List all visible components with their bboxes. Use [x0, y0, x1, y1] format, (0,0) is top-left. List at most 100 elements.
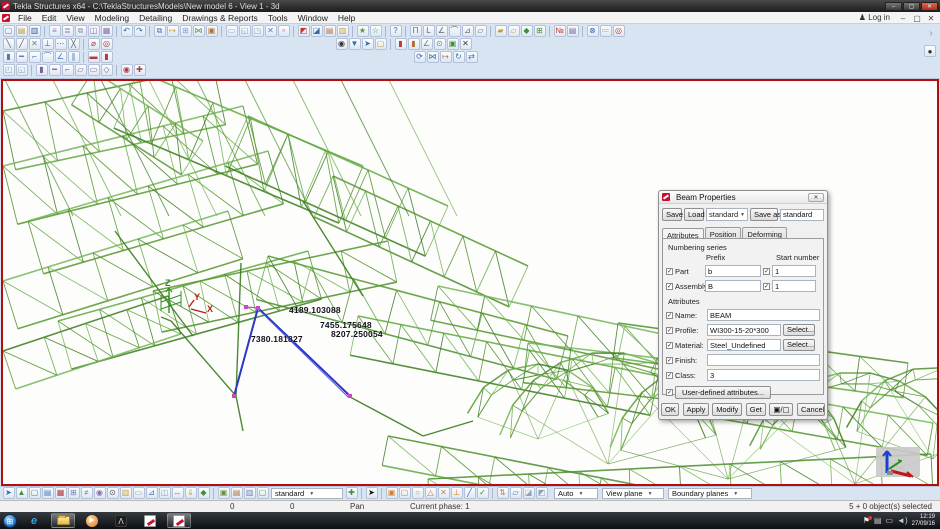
select-grid-lines-icon[interactable]: ≠: [81, 487, 93, 499]
osnap-intersection-icon[interactable]: ✕: [438, 487, 450, 499]
move-mirror-icon[interactable]: ⇄: [466, 51, 478, 63]
select-loads-icon[interactable]: ⇓: [185, 487, 197, 499]
dialog-title-bar[interactable]: Beam Properties ✕: [659, 191, 827, 204]
apply-button[interactable]: Apply: [683, 403, 709, 416]
open-model-icon[interactable]: ▤: [16, 25, 28, 37]
load-button[interactable]: Load: [684, 208, 704, 221]
modify-button[interactable]: Modify: [712, 403, 742, 416]
create-curved-beam-icon[interactable]: ⌒: [42, 51, 54, 63]
grid-tool-icon[interactable]: ⊞: [534, 25, 546, 37]
select-welds-icon[interactable]: ◉: [94, 487, 106, 499]
refresh-filter-icon[interactable]: ✚: [346, 487, 358, 499]
profile-poly-icon[interactable]: ⊿: [462, 25, 474, 37]
pad-footing-icon[interactable]: ▬: [88, 51, 100, 63]
mirror-icon[interactable]: ⋈: [193, 25, 205, 37]
menu-drawings-reports[interactable]: Drawings & Reports: [177, 13, 263, 23]
toggle-select-button[interactable]: ▣/▢: [769, 403, 793, 416]
plane-thumbnail-a-icon[interactable]: ◪: [523, 487, 535, 499]
osnap-end-icon[interactable]: ▢: [399, 487, 411, 499]
create-column-icon[interactable]: ▮: [3, 51, 15, 63]
osnap-center-icon[interactable]: ○: [412, 487, 424, 499]
tray-display-icon[interactable]: ▭: [885, 516, 893, 525]
user-defined-attributes-button[interactable]: User-defined attributes...: [675, 386, 771, 399]
osnap-perpendicular-icon[interactable]: ⊥: [451, 487, 463, 499]
profile-arc-icon[interactable]: ⌒: [449, 25, 461, 37]
fetch-icon[interactable]: ▣: [206, 25, 218, 37]
work-area-box-icon[interactable]: ▢: [375, 38, 387, 50]
concrete-polybeam-icon[interactable]: ⌐: [62, 64, 74, 76]
tray-volume-icon[interactable]: ◄): [897, 516, 908, 525]
copy-special-icon[interactable]: ⊞: [180, 25, 192, 37]
cancel-button[interactable]: Cancel: [797, 403, 825, 416]
menu-window[interactable]: Window: [293, 13, 333, 23]
selection-filter-dropdown[interactable]: standard▼: [271, 488, 343, 499]
measure-horizontal-icon[interactable]: ▮: [408, 38, 420, 50]
new-model-icon[interactable]: ▢: [3, 25, 15, 37]
login-button[interactable]: ♟ Log in: [859, 13, 890, 22]
object-browser-icon[interactable]: ◩: [298, 25, 310, 37]
assembly-checkbox[interactable]: ✓: [666, 283, 673, 290]
taskbar-tekla-warehouse[interactable]: [138, 513, 162, 528]
clash-check-icon[interactable]: ⊗: [587, 25, 599, 37]
strip-footing-icon[interactable]: ▮: [101, 51, 113, 63]
snap-nearest-icon[interactable]: ✕: [29, 38, 41, 50]
osnap-points-icon[interactable]: ▣: [386, 487, 398, 499]
uda-checkbox[interactable]: ✓: [666, 389, 673, 396]
select-planes-icon[interactable]: ◫: [159, 487, 171, 499]
profile-angle-icon[interactable]: ∠: [436, 25, 448, 37]
concrete-column-icon[interactable]: ▮: [36, 64, 48, 76]
select-all-icon[interactable]: ➤: [3, 487, 15, 499]
part-start-input[interactable]: [772, 265, 816, 277]
drawing-list-icon[interactable]: ▤: [567, 25, 579, 37]
action-center-icon[interactable]: ⚑: [863, 516, 870, 525]
select-filter-icon[interactable]: ★: [357, 25, 369, 37]
move-rotate-icon[interactable]: ↻: [453, 51, 465, 63]
assembly-start-input[interactable]: [772, 280, 816, 292]
finish-input[interactable]: [707, 354, 820, 366]
component-folder-icon[interactable]: ▰: [495, 25, 507, 37]
osnap-reference-icon[interactable]: ✓: [477, 487, 489, 499]
osnap-line-icon[interactable]: ╱: [464, 487, 476, 499]
copy-rotate-icon[interactable]: ⟳: [414, 51, 426, 63]
select-lots-icon[interactable]: ▥: [244, 487, 256, 499]
assembly-start-checkbox[interactable]: ✓: [763, 283, 770, 290]
copy-object-icon[interactable]: ⧉: [154, 25, 166, 37]
profile-checkbox[interactable]: ✓: [666, 327, 673, 334]
model-organizer-icon[interactable]: ◪: [311, 25, 323, 37]
model-viewport[interactable]: ZYX 4189.1030887455.1756488207.250054738…: [1, 79, 939, 486]
view-plane-dropdown[interactable]: View plane▼: [602, 488, 664, 499]
snap-plane-icon[interactable]: ▱: [510, 487, 522, 499]
mdi-close-button[interactable]: ✕: [924, 14, 938, 23]
menu-detailing[interactable]: Detailing: [134, 13, 177, 23]
get-button[interactable]: Get: [746, 403, 766, 416]
create-orthogonal-beam-icon[interactable]: ∠: [55, 51, 67, 63]
object-list-icon[interactable]: ≣: [62, 25, 74, 37]
save-as-input[interactable]: [780, 209, 824, 221]
start-button[interactable]: ⊞: [3, 514, 17, 528]
create-twin-profile-icon[interactable]: ∥: [68, 51, 80, 63]
profile-l-icon[interactable]: L: [423, 25, 435, 37]
macro-folder-icon[interactable]: ▱: [508, 25, 520, 37]
select-cuts-icon[interactable]: ▥: [120, 487, 132, 499]
dialog-close-button[interactable]: ✕: [808, 193, 824, 202]
select-views-icon[interactable]: ▭: [133, 487, 145, 499]
component-catalog-icon[interactable]: ◆: [521, 25, 533, 37]
binoculars-icon[interactable]: ◉: [336, 38, 348, 50]
name-input[interactable]: [707, 309, 820, 321]
select-fittings-icon[interactable]: ⊿: [146, 487, 158, 499]
part-start-checkbox[interactable]: ✓: [763, 268, 770, 275]
weld-tool-icon[interactable]: ▣: [447, 38, 459, 50]
select-distances-icon[interactable]: ↔: [172, 487, 184, 499]
view-basic-icon[interactable]: ▭: [226, 25, 238, 37]
assembly-prefix-input[interactable]: [705, 280, 761, 292]
phase-manager-icon[interactable]: ▥: [337, 25, 349, 37]
publish-icon[interactable]: ≡: [49, 25, 61, 37]
copy-array-icon[interactable]: ↦: [440, 51, 452, 63]
view-list-icon[interactable]: ◳: [252, 25, 264, 37]
macros-icon[interactable]: ◎: [613, 25, 625, 37]
snap-override-icon[interactable]: ◎: [101, 38, 113, 50]
create-beam-icon[interactable]: ━: [16, 51, 28, 63]
copy-mirror-icon[interactable]: ⋈: [427, 51, 439, 63]
render-mode-icon[interactable]: ●: [924, 45, 936, 57]
maximize-button[interactable]: ▢: [903, 2, 920, 11]
